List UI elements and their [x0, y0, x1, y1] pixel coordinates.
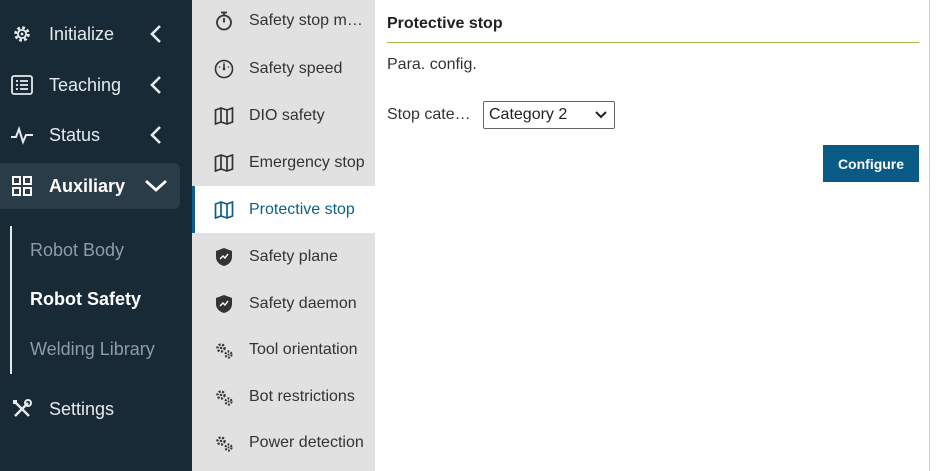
- menu-item-dio-safety[interactable]: DIO safety: [192, 92, 375, 139]
- map-icon: [214, 106, 234, 126]
- menu-item-label: Protective stop: [249, 200, 355, 218]
- sub-item-welding-library[interactable]: Welding Library: [30, 339, 155, 360]
- nav-item-status[interactable]: Status: [0, 112, 180, 158]
- wrench-icon: [10, 397, 34, 421]
- main-nav: Initialize Teaching Status Auxiliary Rob…: [0, 0, 192, 471]
- menu-item-safety-speed[interactable]: Safety speed: [192, 45, 375, 92]
- configure-button[interactable]: Configure: [823, 145, 919, 182]
- menu-item-label: Bot restrictions: [249, 387, 355, 405]
- section-heading: Para. config.: [387, 56, 477, 73]
- stop-category-select[interactable]: Category 2: [483, 101, 615, 129]
- map-icon: [214, 200, 234, 220]
- nav-item-label: Teaching: [49, 74, 122, 95]
- menu-item-emergency-stop[interactable]: Emergency stop: [192, 139, 375, 186]
- chevron-left-icon[interactable]: [146, 73, 166, 97]
- title-divider: [387, 42, 919, 43]
- safety-menu: Safety stop mode Safety speed DIO safety…: [192, 0, 375, 471]
- menu-item-power-detection[interactable]: Power detection: [192, 419, 375, 466]
- chevron-left-icon[interactable]: [146, 123, 166, 147]
- nav-item-teaching[interactable]: Teaching: [0, 62, 180, 108]
- stopwatch-icon: [214, 11, 234, 31]
- menu-item-safety-daemon[interactable]: Safety daemon: [192, 280, 375, 327]
- menu-item-label: Emergency stop: [249, 153, 365, 171]
- menu-item-tool-orientation[interactable]: Tool orientation: [192, 326, 375, 373]
- nav-item-settings[interactable]: Settings: [0, 386, 180, 432]
- menu-item-safety-plane[interactable]: Safety plane: [192, 233, 375, 280]
- nav-item-auxiliary[interactable]: Auxiliary: [0, 163, 180, 209]
- menu-item-label: Safety daemon: [249, 294, 357, 312]
- menu-item-label: Safety speed: [249, 59, 343, 77]
- map-icon: [214, 153, 234, 173]
- nav-item-label: Status: [49, 124, 101, 145]
- gears-icon: [214, 433, 234, 453]
- nav-item-label: Settings: [49, 398, 115, 419]
- nav-item-label: Auxiliary: [49, 175, 126, 196]
- list-icon: [10, 73, 34, 97]
- menu-item-label: Safety stop mode: [249, 11, 371, 29]
- content-panel: Protective stop Para. config. Stop categ…: [375, 0, 930, 471]
- pulse-icon: [10, 123, 34, 147]
- menu-item-label: Power detection: [249, 433, 364, 451]
- chevron-left-icon[interactable]: [146, 22, 166, 46]
- gears-icon: [214, 340, 234, 360]
- menu-item-label: Safety plane: [249, 247, 338, 265]
- shield-icon: [214, 247, 234, 267]
- stop-category-value: Category 2: [489, 106, 568, 123]
- scrollbar-track[interactable]: [929, 0, 937, 471]
- sub-item-robot-safety[interactable]: Robot Safety: [30, 289, 141, 310]
- grid-icon: [10, 174, 34, 198]
- menu-item-label: Tool orientation: [249, 340, 358, 358]
- gear-icon: [10, 22, 34, 46]
- nav-item-initialize[interactable]: Initialize: [0, 11, 180, 57]
- menu-item-protective-stop[interactable]: Protective stop: [192, 186, 375, 233]
- gauge-icon: [214, 59, 234, 79]
- submenu-indicator-line: [10, 226, 12, 374]
- page-title: Protective stop: [387, 15, 503, 32]
- menu-item-safety-stop-mode[interactable]: Safety stop mode: [192, 0, 375, 44]
- chevron-down-icon: [594, 108, 608, 122]
- gears-icon: [214, 387, 234, 407]
- menu-item-bot-restrictions[interactable]: Bot restrictions: [192, 373, 375, 420]
- stop-category-label: Stop category: [387, 106, 473, 123]
- shield-icon: [214, 294, 234, 314]
- sub-item-robot-body[interactable]: Robot Body: [30, 240, 124, 261]
- chevron-down-icon[interactable]: [142, 174, 170, 198]
- nav-item-label: Initialize: [49, 23, 115, 44]
- menu-item-label: DIO safety: [249, 106, 325, 124]
